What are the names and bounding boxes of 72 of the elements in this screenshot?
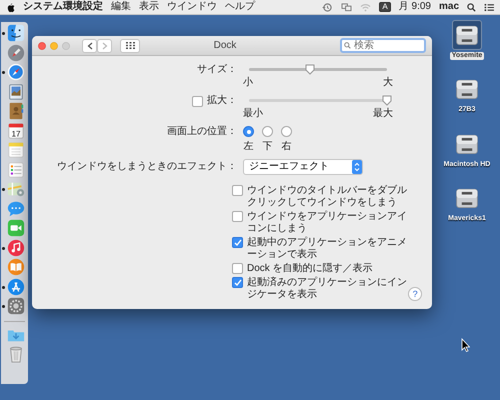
close-icon[interactable] <box>38 42 46 50</box>
menu-clock[interactable]: 月 9:09 <box>398 1 431 13</box>
input-source-menu[interactable]: A <box>379 2 391 12</box>
effect-dropdown[interactable]: ジニーエフェクト <box>243 159 363 175</box>
chevron-left-icon <box>86 42 92 50</box>
checkbox-label: 起動中のアプリケーションをアニメーションで表示 <box>247 237 408 261</box>
menu-item[interactable]: ヘルプ <box>225 1 255 13</box>
tick-label: 小 <box>243 77 253 89</box>
zoom-disabled-icon <box>62 42 70 50</box>
tick-label: 最大 <box>373 108 393 120</box>
checkbox[interactable] <box>232 185 243 196</box>
checklist-icon[interactable] <box>7 160 25 178</box>
tick-label: 大 <box>383 77 393 89</box>
menu-item[interactable]: 編集 <box>111 1 131 13</box>
field-label: サイズ： <box>196 64 237 76</box>
stepper-icon <box>352 160 362 174</box>
search-icon <box>344 42 351 49</box>
field-label: 拡大： <box>207 95 237 107</box>
user-menu[interactable]: mac <box>438 1 459 13</box>
minimize-icon[interactable] <box>50 42 58 50</box>
chevron-right-icon <box>102 42 108 50</box>
checkbox[interactable] <box>232 277 243 288</box>
radio-button[interactable] <box>243 126 254 137</box>
smiling-face-icon[interactable] <box>7 24 25 42</box>
address-book-icon[interactable] <box>7 102 25 120</box>
search-field[interactable]: 検索 <box>340 38 426 53</box>
slider-thumb[interactable] <box>304 64 315 75</box>
slider-thumb[interactable] <box>382 95 392 106</box>
back-button[interactable] <box>82 38 97 52</box>
checkmark-icon <box>234 278 242 286</box>
checkbox-label: ウインドウのタイトルバーをダブルクリックしてウインドウをしまう <box>247 185 408 209</box>
photo-icon[interactable] <box>7 82 25 100</box>
map-icon[interactable] <box>7 180 25 198</box>
radio-label: 下 <box>262 141 272 153</box>
list-menu-icon[interactable] <box>484 2 494 12</box>
menu-item[interactable]: ウインドウ <box>167 1 217 13</box>
radio-button[interactable] <box>281 126 292 137</box>
checkbox[interactable] <box>232 237 243 248</box>
trash-icon[interactable] <box>7 345 25 363</box>
checkbox-label: Dock を自動的に隠す／表示 <box>247 263 373 275</box>
grid-icon <box>126 42 134 49</box>
radio-button[interactable] <box>262 126 273 137</box>
radio-label: 右 <box>282 141 292 153</box>
help-button[interactable]: ? <box>408 287 422 301</box>
book-icon[interactable] <box>7 258 25 276</box>
video-camera-icon[interactable] <box>7 219 25 237</box>
speech-bubble-icon[interactable] <box>7 200 25 218</box>
checkbox[interactable] <box>232 211 243 222</box>
gear-icon[interactable] <box>7 297 25 315</box>
checkbox[interactable] <box>232 263 243 274</box>
menu-item[interactable]: 表示 <box>139 1 159 13</box>
checkbox[interactable] <box>192 96 203 106</box>
checkmark-icon <box>234 238 242 246</box>
field-label: 画面上の位置： <box>166 126 237 138</box>
apple-menu-icon[interactable] <box>6 2 15 12</box>
show-all-button[interactable] <box>120 38 140 52</box>
checkbox-label: ウインドウをアプリケーションアイコンにしまう <box>247 211 408 235</box>
search-icon[interactable] <box>467 2 476 12</box>
field-label: ウインドウをしまうときのエフェクト： <box>56 161 237 173</box>
displays-icon[interactable] <box>341 2 352 12</box>
pencils-icon[interactable] <box>7 278 25 296</box>
calendar-icon[interactable]: 17 <box>7 122 25 140</box>
hard-drive-icon[interactable] <box>452 20 482 50</box>
mouse-pointer-icon <box>461 338 470 352</box>
tick-label: 最小 <box>243 108 263 120</box>
window-title: Dock <box>212 40 238 52</box>
radio-label: 左 <box>244 141 254 153</box>
music-note-icon[interactable] <box>7 238 25 256</box>
compass-icon[interactable] <box>7 63 25 81</box>
app-menu[interactable]: システム環境設定 <box>23 1 103 13</box>
notepad-icon[interactable] <box>7 141 25 159</box>
checkbox-label: 起動済みのアプリケーションにインジケータを表示 <box>247 277 408 301</box>
